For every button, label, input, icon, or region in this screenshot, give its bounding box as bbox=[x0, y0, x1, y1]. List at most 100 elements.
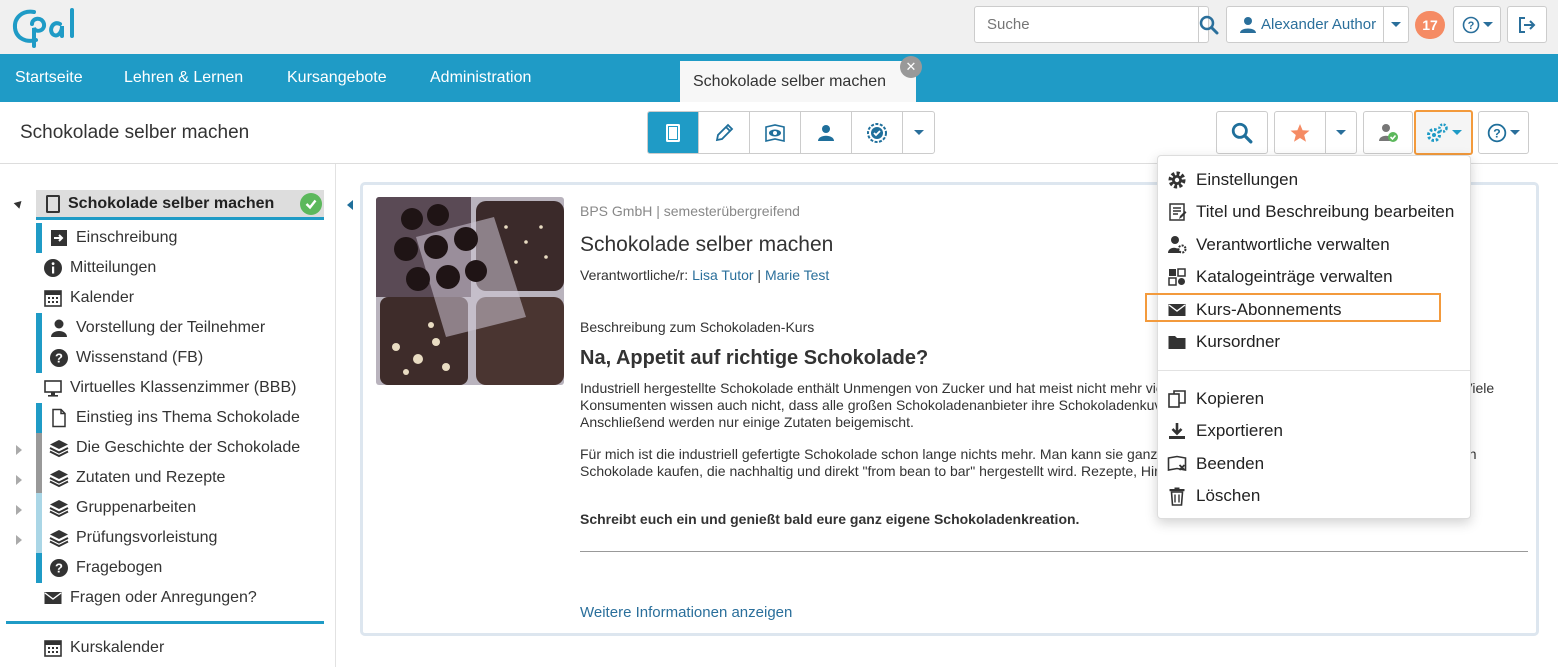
assessment-button[interactable] bbox=[852, 112, 903, 153]
chevron-down-icon bbox=[1391, 22, 1401, 27]
mode-more-button[interactable] bbox=[903, 112, 934, 153]
responsible-link-2[interactable]: Marie Test bbox=[765, 267, 829, 283]
envelope-icon bbox=[42, 587, 64, 609]
user-status-button[interactable] bbox=[1363, 111, 1413, 154]
menu-item-verantwortliche[interactable]: Verantwortliche verwalten bbox=[1166, 231, 1390, 259]
tree-item-label: Kalender bbox=[70, 289, 135, 306]
collapse-triangle-icon[interactable] bbox=[13, 198, 25, 209]
members-icon bbox=[818, 124, 834, 141]
nav-kursangebote[interactable]: Kursangebote bbox=[287, 54, 387, 102]
tree-item-label: Einstieg ins Thema Schokolade bbox=[76, 409, 300, 426]
description-label: Beschreibung zum Schokoladen-Kurs bbox=[580, 319, 815, 335]
logout-icon bbox=[1519, 16, 1536, 33]
close-icon: ✕ bbox=[905, 59, 917, 74]
tree-item-einstieg[interactable]: Einstieg ins Thema Schokolade bbox=[48, 403, 300, 433]
preview-mode-button[interactable] bbox=[750, 112, 801, 153]
svg-text:?: ? bbox=[55, 351, 63, 366]
menu-item-label: Verantwortliche verwalten bbox=[1196, 235, 1390, 254]
nav-startseite[interactable]: Startseite bbox=[15, 54, 83, 102]
course-heading: Schokolade selber machen bbox=[580, 233, 834, 256]
gear-icon bbox=[1166, 169, 1188, 191]
chevron-down-icon bbox=[1510, 130, 1520, 135]
expand-icon[interactable] bbox=[16, 535, 22, 545]
copy-icon bbox=[1166, 388, 1188, 410]
course-settings-button[interactable] bbox=[1414, 110, 1473, 155]
logout-button[interactable] bbox=[1507, 6, 1547, 43]
opal-logo[interactable] bbox=[8, 4, 100, 50]
tree-item-mitteilungen[interactable]: Mitteilungen bbox=[42, 253, 156, 283]
layers-icon bbox=[48, 497, 70, 519]
layers-icon bbox=[48, 437, 70, 459]
tree-marker bbox=[36, 553, 42, 583]
tree-item-kurskalender[interactable]: Kurskalender bbox=[42, 633, 164, 663]
notification-badge[interactable]: 17 bbox=[1415, 11, 1445, 39]
description-paragraph-3: Schreibt euch ein und genießt bald eure … bbox=[580, 511, 1080, 527]
course-search-button[interactable] bbox=[1216, 111, 1268, 154]
tree-item-virtuelles-klassenzimmer[interactable]: Virtuelles Klassenzimmer (BBB) bbox=[42, 373, 296, 403]
nav-lehren-lernen[interactable]: Lehren & Lernen bbox=[124, 54, 243, 102]
tree-root-label: Schokolade selber machen bbox=[68, 194, 275, 212]
book-close-icon bbox=[1166, 453, 1188, 475]
tree-item-wissenstand[interactable]: ? Wissenstand (FB) bbox=[48, 343, 203, 373]
tab-course[interactable]: Schokolade selber machen bbox=[680, 61, 916, 102]
expand-icon[interactable] bbox=[16, 445, 22, 455]
search-button[interactable] bbox=[1198, 7, 1219, 42]
responsible-label: Verantwortliche/r: bbox=[580, 267, 689, 283]
menu-highlight-box bbox=[1145, 293, 1441, 322]
tree-item-geschichte[interactable]: Die Geschichte der Schokolade bbox=[48, 433, 300, 463]
menu-item-label: Löschen bbox=[1196, 486, 1261, 505]
edit-mode-button[interactable] bbox=[699, 112, 750, 153]
tree-marker bbox=[36, 493, 42, 523]
tree-item-gruppenarbeiten[interactable]: Gruppenarbeiten bbox=[48, 493, 196, 523]
tree-item-label: Zutaten und Rezepte bbox=[76, 469, 226, 486]
menu-item-titel-beschreibung[interactable]: Titel und Beschreibung bearbeiten bbox=[1166, 198, 1454, 226]
tree-item-kalender[interactable]: Kalender bbox=[42, 283, 134, 313]
tree-item-label: Prüfungsvorleistung bbox=[76, 529, 218, 546]
favorite-caret[interactable] bbox=[1326, 130, 1356, 135]
download-icon bbox=[1166, 420, 1188, 442]
menu-item-beenden[interactable]: Beenden bbox=[1166, 450, 1264, 478]
menu-item-loeschen[interactable]: Löschen bbox=[1166, 482, 1260, 510]
menu-item-katalogeintraege[interactable]: Katalogeinträge verwalten bbox=[1166, 263, 1393, 291]
responsible-link-1[interactable]: Lisa Tutor bbox=[692, 267, 753, 283]
user-label[interactable]: Alexander Author bbox=[1227, 7, 1384, 42]
tree-marker bbox=[36, 313, 42, 343]
user-menu-button[interactable]: Alexander Author bbox=[1226, 6, 1409, 43]
view-mode-button[interactable] bbox=[648, 112, 699, 153]
folder-icon bbox=[1166, 331, 1188, 353]
expand-icon[interactable] bbox=[16, 505, 22, 515]
menu-item-label: Kopieren bbox=[1196, 389, 1265, 408]
menu-item-exportieren[interactable]: Exportieren bbox=[1166, 417, 1283, 445]
nav-administration[interactable]: Administration bbox=[430, 54, 531, 102]
search-icon bbox=[1199, 15, 1219, 34]
sidebar-collapse-button[interactable] bbox=[340, 183, 360, 226]
help-menu-button[interactable]: ? bbox=[1453, 6, 1501, 43]
tree-item-label: Die Geschichte der Schokolade bbox=[76, 439, 301, 456]
help-icon: ? bbox=[1487, 123, 1507, 142]
tree-item-einschreibung[interactable]: Einschreibung bbox=[48, 223, 177, 253]
members-button[interactable] bbox=[801, 112, 852, 153]
tree-marker bbox=[36, 403, 42, 433]
user-menu-caret[interactable] bbox=[1384, 22, 1408, 27]
tree-item-pruefungsvorleistung[interactable]: Prüfungsvorleistung bbox=[48, 523, 217, 553]
tree-item-zutaten[interactable]: Zutaten und Rezepte bbox=[48, 463, 225, 493]
tree-item-fragebogen[interactable]: ? Fragebogen bbox=[48, 553, 162, 583]
tree-item-fragen[interactable]: Fragen oder Anregungen? bbox=[42, 583, 257, 613]
menu-item-kursordner[interactable]: Kursordner bbox=[1166, 328, 1280, 356]
top-header: Alexander Author 17 ? bbox=[0, 0, 1558, 54]
menu-item-einstellungen[interactable]: Einstellungen bbox=[1166, 166, 1298, 194]
svg-text:?: ? bbox=[55, 561, 63, 576]
favorite-toggle[interactable] bbox=[1275, 112, 1326, 153]
course-help-button[interactable]: ? bbox=[1478, 111, 1529, 154]
tree-item-label: Virtuelles Klassenzimmer (BBB) bbox=[70, 379, 297, 396]
search-icon bbox=[1231, 122, 1253, 143]
tree-item-vorstellung[interactable]: Vorstellung der Teilnehmer bbox=[48, 313, 265, 343]
tree-root-course[interactable]: Schokolade selber machen bbox=[36, 190, 324, 220]
search-input[interactable] bbox=[975, 7, 1198, 42]
favorite-button[interactable] bbox=[1274, 111, 1357, 154]
tree-item-label: Wissenstand (FB) bbox=[76, 349, 204, 366]
expand-icon[interactable] bbox=[16, 475, 22, 485]
more-info-link[interactable]: Weitere Informationen anzeigen bbox=[580, 604, 792, 621]
tab-close-button[interactable]: ✕ bbox=[900, 56, 922, 78]
menu-item-kopieren[interactable]: Kopieren bbox=[1166, 385, 1264, 413]
